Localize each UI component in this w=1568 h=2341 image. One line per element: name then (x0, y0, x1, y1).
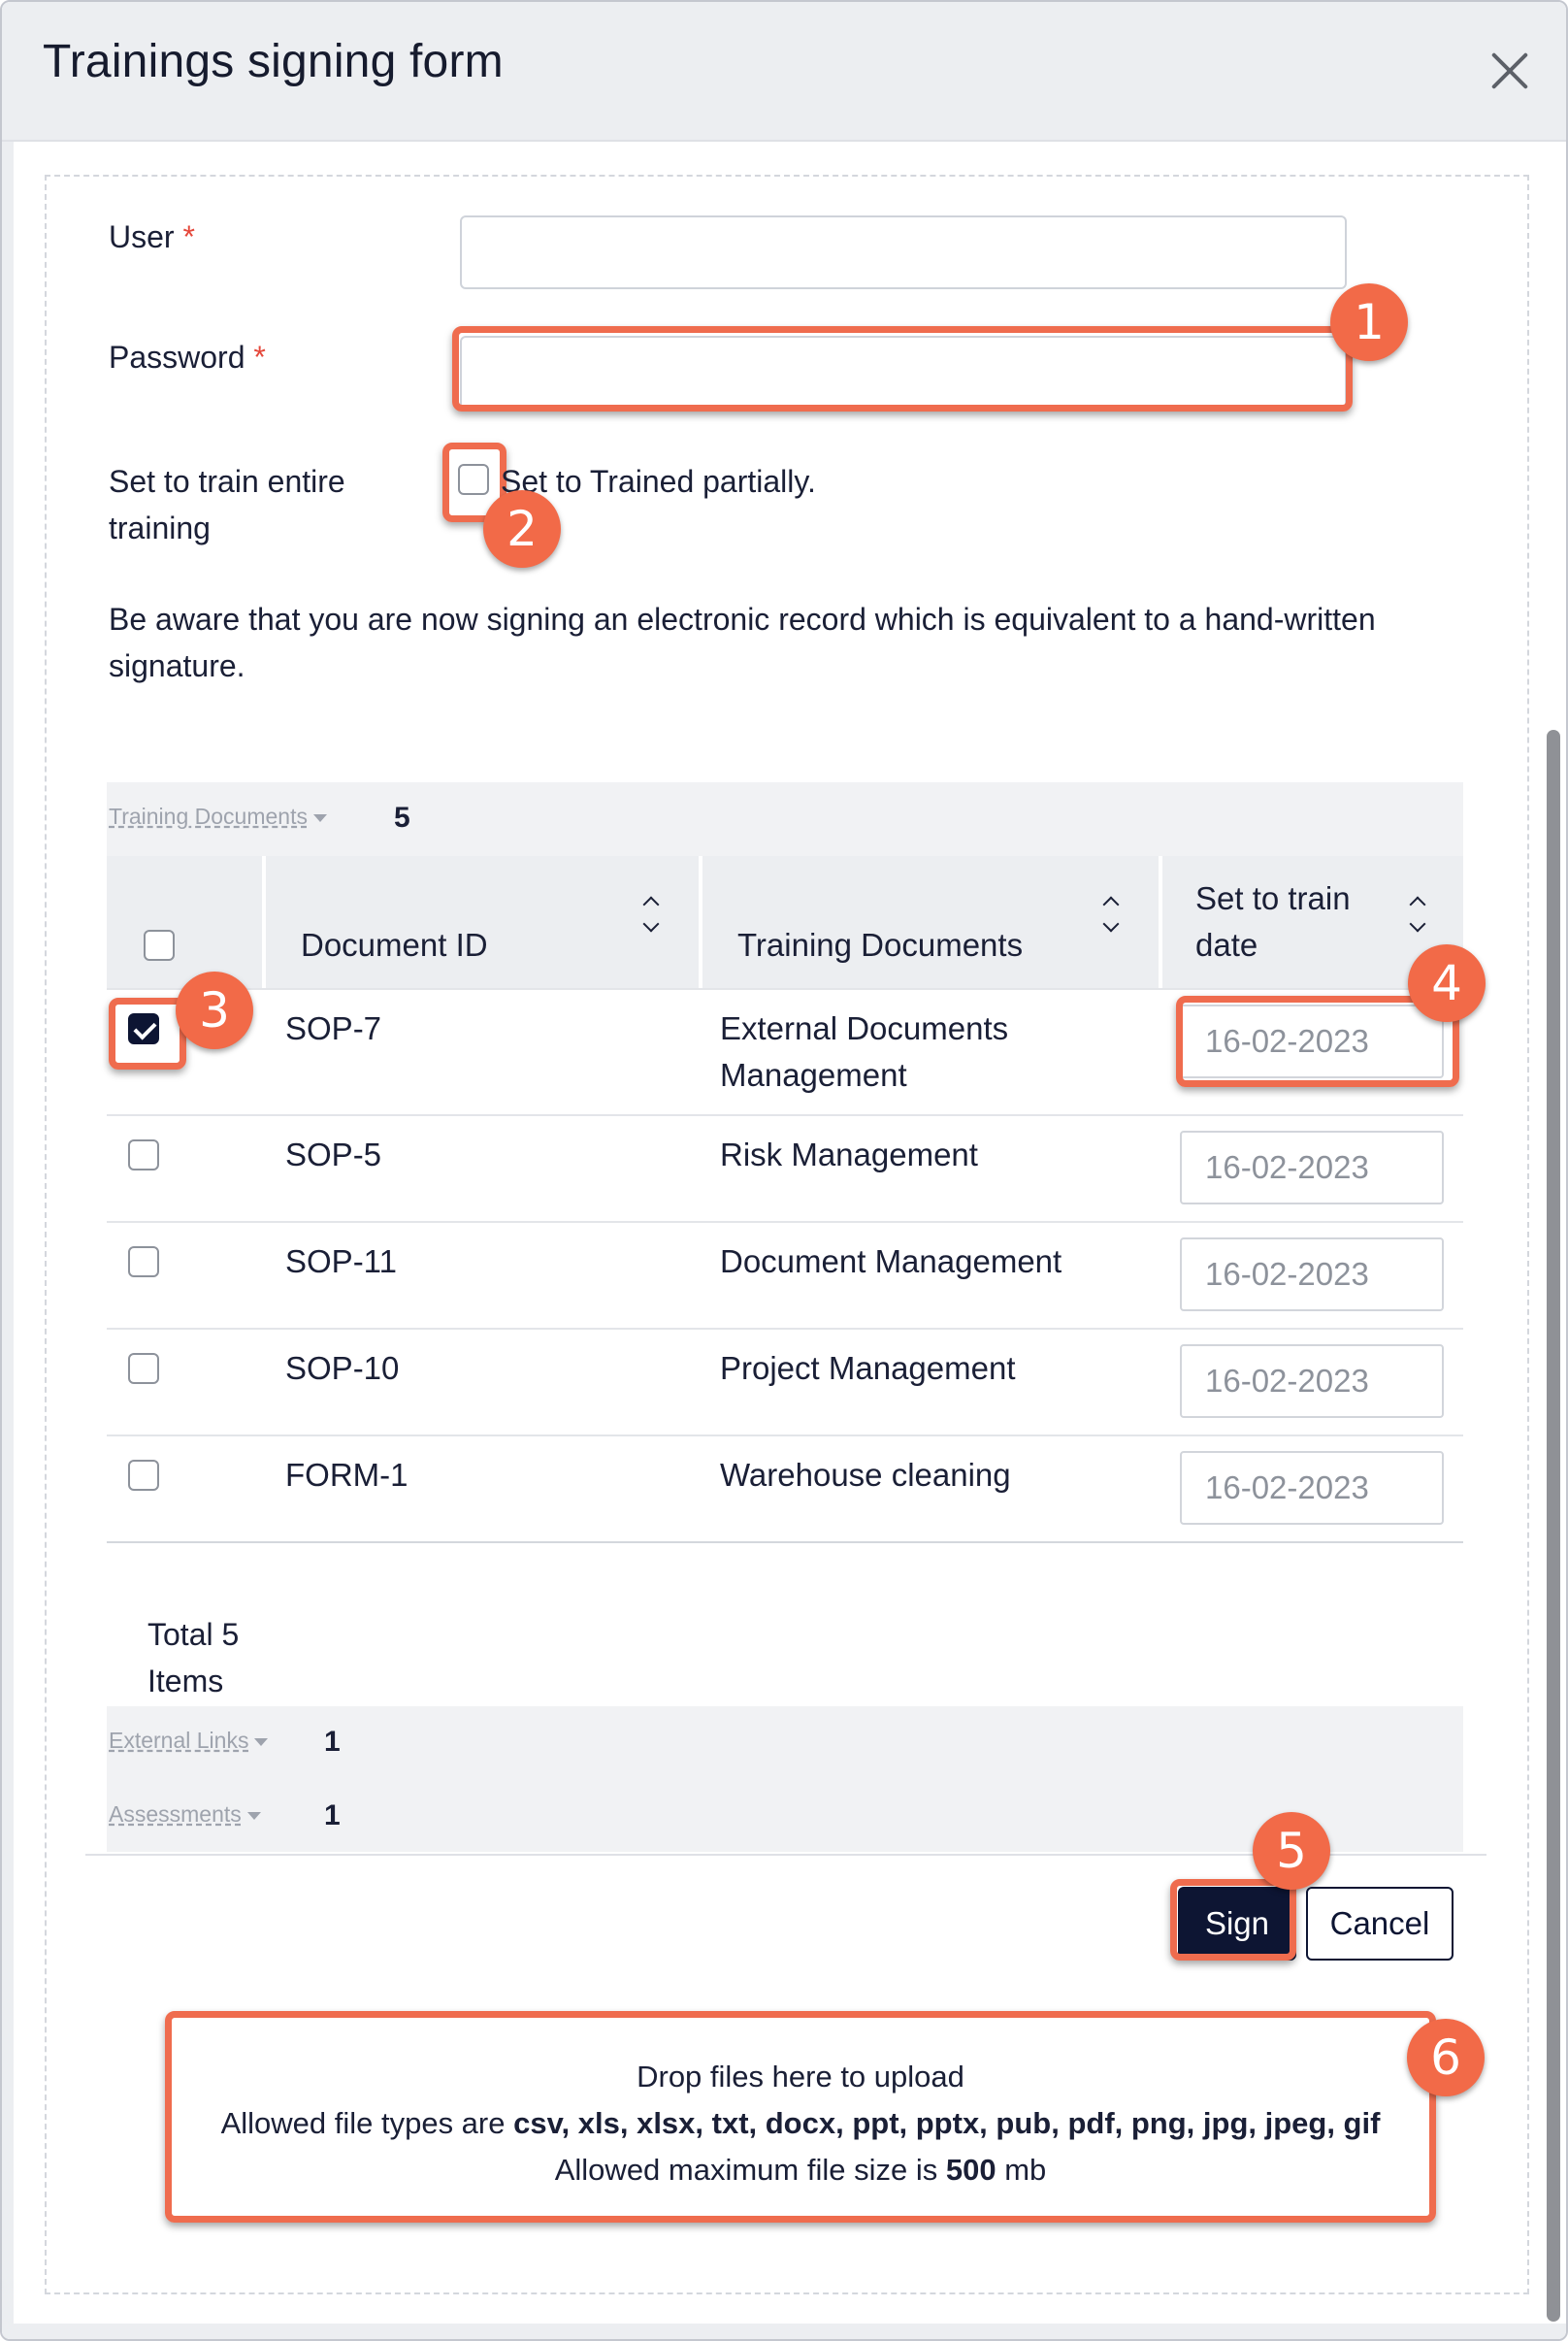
dropzone-title: Drop files here to upload (637, 2060, 964, 2094)
assessments-count: 1 (324, 1799, 341, 1831)
external-links-count: 1 (324, 1726, 341, 1758)
row-document-id: SOP-7 (285, 1010, 382, 1046)
column-training-documents-label: Training Documents (737, 927, 1024, 963)
file-dropzone[interactable]: Drop files here to upload Allowed file t… (167, 2013, 1434, 2223)
assessments-tab[interactable]: Assessments (109, 1801, 261, 1828)
required-mark: * (253, 340, 266, 375)
set-to-train-date-input[interactable]: 16-02-2023 (1180, 1131, 1444, 1204)
callout-badge-4: 4 (1408, 944, 1486, 1022)
row-checkbox-sop-11[interactable] (128, 1246, 159, 1277)
training-documents-tab[interactable]: Training Documents (109, 804, 327, 830)
set-to-train-date-input[interactable]: 16-02-2023 (1180, 1005, 1444, 1078)
user-label: User * (109, 219, 195, 254)
caret-down-icon (312, 813, 327, 822)
sort-icon[interactable] (642, 893, 664, 936)
select-all-checkbox[interactable] (144, 930, 175, 961)
sort-icon[interactable] (1102, 893, 1124, 936)
scrollbar-thumb[interactable] (1547, 730, 1560, 2322)
signing-modal: Trainings signing form User * Password *… (0, 0, 1568, 2341)
partial-checkbox[interactable] (458, 464, 489, 495)
set-to-train-date-input[interactable]: 16-02-2023 (1180, 1237, 1444, 1311)
row-document-id: SOP-11 (285, 1243, 397, 1279)
sign-button[interactable]: Sign (1178, 1887, 1296, 1961)
callout-badge-1: 1 (1330, 283, 1408, 361)
row-training-document: External Documents Management (720, 1010, 1009, 1093)
set-to-train-date-input[interactable]: 16-02-2023 (1180, 1344, 1444, 1418)
row-document-id: FORM-1 (285, 1457, 408, 1493)
row-checkbox-sop-10[interactable] (128, 1353, 159, 1384)
modal-title: Trainings signing form (43, 36, 504, 87)
table-bottom-border (107, 1541, 1463, 1543)
signature-warning: Be aware that you are now signing an ele… (109, 602, 1376, 683)
partial-label: Set to Trained partially. (501, 464, 816, 499)
column-set-to-train-date-label: Set to train date (1195, 880, 1351, 963)
row-training-document: Project Management (720, 1350, 1016, 1386)
row-divider (107, 1114, 1463, 1116)
train-entire-label: Set to train entire training (109, 464, 345, 545)
max-file-size: Allowed maximum file size is 500 mb (554, 2153, 1047, 2187)
row-document-id: SOP-5 (285, 1137, 382, 1172)
required-mark: * (182, 219, 195, 254)
callout-badge-3: 3 (176, 972, 253, 1049)
caret-down-icon (254, 1737, 269, 1746)
row-divider (107, 1221, 1463, 1223)
external-links-tab[interactable]: External Links (109, 1728, 269, 1754)
password-label: Password * (109, 340, 266, 375)
set-to-train-date-input[interactable]: 16-02-2023 (1180, 1451, 1444, 1525)
allowed-file-types: Allowed file types are csv, xls, xlsx, t… (220, 2106, 1381, 2140)
row-training-document: Document Management (720, 1243, 1062, 1279)
user-input[interactable] (460, 215, 1347, 289)
row-document-id: SOP-10 (285, 1350, 400, 1386)
select-all-header (107, 856, 262, 988)
row-divider (107, 1434, 1463, 1436)
row-divider (107, 1328, 1463, 1330)
row-divider (107, 988, 1463, 990)
close-icon[interactable] (1488, 49, 1533, 93)
row-training-document: Warehouse cleaning (720, 1457, 1011, 1493)
row-checkbox-sop-5[interactable] (128, 1139, 159, 1170)
caret-down-icon (246, 1811, 261, 1820)
modal-footer-edge (2, 2324, 1566, 2339)
training-documents-count: 5 (394, 802, 410, 834)
total-items: Total 5 Items (147, 1617, 240, 1698)
sort-icon[interactable] (1409, 893, 1430, 936)
callout-badge-5: 5 (1253, 1812, 1330, 1890)
password-input[interactable] (460, 336, 1347, 410)
callout-badge-6: 6 (1407, 2019, 1485, 2096)
modal-edge (2, 142, 14, 2339)
column-document-id-label: Document ID (301, 927, 488, 963)
row-checkbox-form-1[interactable] (128, 1460, 159, 1491)
row-training-document: Risk Management (720, 1137, 978, 1172)
cancel-button[interactable]: Cancel (1306, 1887, 1454, 1961)
row-checkbox-sop-7[interactable] (128, 1013, 159, 1044)
callout-badge-2: 2 (483, 490, 561, 568)
